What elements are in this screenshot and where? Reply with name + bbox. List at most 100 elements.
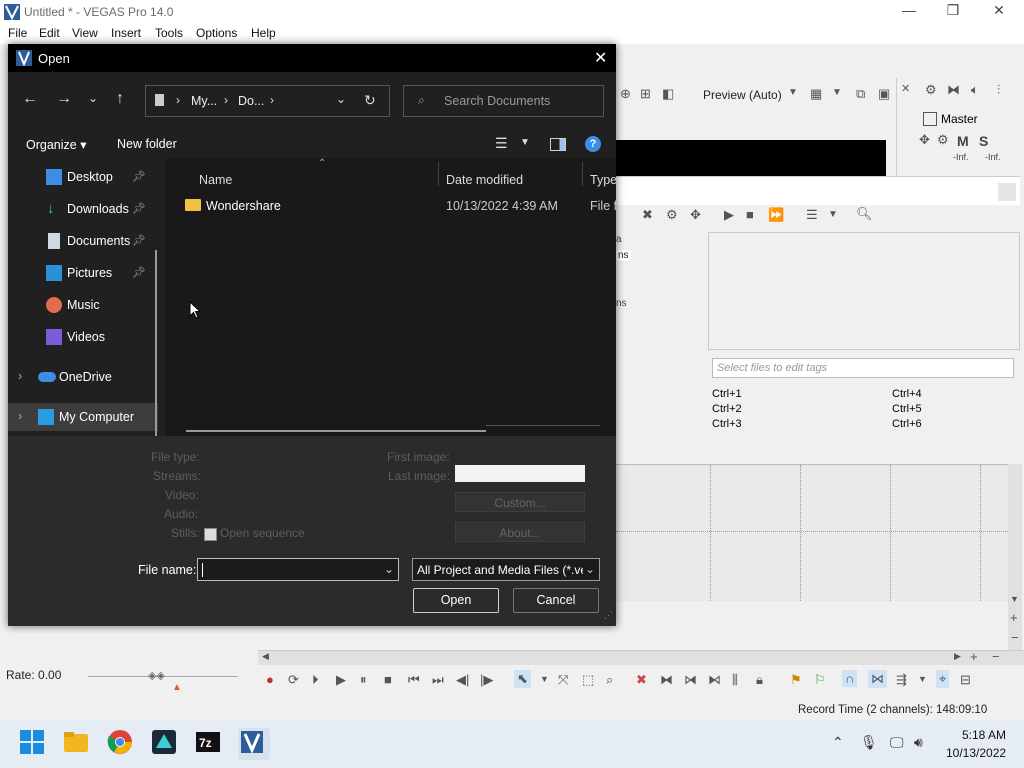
nav-scrollbar[interactable] (155, 250, 157, 440)
file-type-filter-select[interactable]: All Project and Media Files (*.ve ⌄ (412, 558, 600, 581)
search-icon[interactable]: 🔍︎ (856, 206, 873, 222)
menu-edit[interactable]: Edit (39, 26, 60, 40)
snapping-icon[interactable]: ∩ (842, 670, 858, 687)
chevron-down-icon[interactable]: ▼ (520, 137, 530, 148)
last-image-field[interactable] (455, 465, 585, 482)
windows-start-icon[interactable] (18, 728, 50, 760)
minimize-button[interactable]: — (894, 2, 924, 22)
nav-item-onedrive[interactable]: › OneDrive (8, 363, 158, 391)
move-icon[interactable]: ✥ (919, 132, 930, 148)
master-toggle-icon[interactable] (923, 112, 937, 126)
scroll-down-icon[interactable]: ▼ (1010, 594, 1019, 604)
chrome-icon[interactable] (106, 728, 138, 760)
chevron-down-icon[interactable]: ▼ (918, 674, 927, 684)
region-icon[interactable]: ⚐ (814, 672, 826, 688)
stop-icon[interactable]: ■ (384, 672, 392, 687)
auto-crossfade-icon[interactable]: ⋈ (868, 670, 887, 688)
clock-date[interactable]: 10/13/2022 (946, 746, 1006, 760)
nav-item-videos[interactable]: Videos (8, 323, 158, 351)
about-button[interactable]: About... (455, 522, 585, 542)
nav-item-documents[interactable]: Documents 📌︎ (8, 227, 158, 255)
preview-quality-select[interactable]: Preview (Auto) (703, 88, 782, 102)
open-button[interactable]: Open (413, 588, 499, 613)
stop-icon[interactable]: ■ (746, 207, 754, 222)
organize-button[interactable]: Organize ▾ (26, 137, 86, 152)
microphone-icon[interactable]: 🎙︎ (860, 734, 878, 751)
nav-item-music[interactable]: Music (8, 291, 158, 319)
move-icon[interactable]: ✥ (690, 207, 701, 223)
nav-item-my-computer[interactable]: › My Computer (8, 403, 158, 431)
envelope-tool-icon[interactable]: ⤧ (558, 672, 568, 688)
chevron-down-icon[interactable]: ⌄ (585, 562, 595, 576)
selection-tool-icon[interactable]: ⬚ (582, 672, 594, 688)
zoom-in-icon[interactable]: + (1010, 610, 1018, 625)
lock-icon[interactable]: 🔒︎ (756, 672, 763, 688)
view-list-icon[interactable]: ☰ (495, 135, 508, 152)
menu-tools[interactable]: Tools (155, 26, 183, 40)
search-input[interactable]: ⌕ Search Documents (403, 85, 604, 117)
views-icon[interactable]: ☰ (806, 207, 818, 223)
trim-end-icon[interactable]: ⧑ (708, 672, 721, 688)
go-to-start-icon[interactable]: ⏮ (408, 672, 420, 688)
menu-insert[interactable]: Insert (111, 26, 141, 40)
help-icon[interactable]: ? (585, 136, 601, 152)
chevron-down-icon[interactable]: ▼ (540, 674, 549, 684)
resize-grip-icon[interactable]: ⋰ (604, 610, 613, 621)
close-icon[interactable]: ✕ (901, 82, 910, 95)
split-icon[interactable]: ⫼ (732, 672, 738, 688)
chevron-up-icon[interactable]: ⌃ (832, 734, 844, 751)
menu-view[interactable]: View (72, 26, 98, 40)
pause-icon[interactable]: ⏸ (360, 672, 367, 688)
menu-options[interactable]: Options (196, 26, 237, 40)
cancel-button[interactable]: Cancel (513, 588, 599, 613)
lock-envelopes-icon[interactable]: ⌖ (936, 670, 950, 688)
marker-icon[interactable]: ⚑ (790, 672, 802, 688)
zoom-tool-icon[interactable]: ⌕ (606, 672, 613, 688)
timeline-vscroll[interactable]: ▼ + − (1008, 464, 1022, 654)
ignore-grouping-icon[interactable]: ⊟ (960, 672, 971, 688)
mute-button[interactable]: M (957, 133, 969, 149)
ripple-icon[interactable]: ⇶ (896, 672, 907, 688)
chevron-down-icon[interactable]: ⌄ (336, 92, 346, 106)
overlay-icon[interactable]: ◧ (662, 86, 674, 102)
solo-button[interactable]: S (979, 133, 988, 149)
next-frame-icon[interactable]: |▶ (480, 672, 493, 688)
normal-edit-tool-icon[interactable]: ⬉ (514, 670, 531, 688)
zoom-out-icon[interactable]: − (992, 649, 1000, 664)
go-to-end-icon[interactable]: ⏭ (432, 672, 444, 688)
menu-file[interactable]: File (8, 26, 27, 40)
back-arrow-icon[interactable]: ← (22, 90, 38, 108)
volume-icon[interactable]: 🔊︎ (914, 734, 923, 751)
clock-time[interactable]: 5:18 AM (962, 728, 1006, 742)
breadcrumb-item[interactable]: Do... (238, 94, 264, 108)
file-name-input[interactable]: ⌄ (197, 558, 399, 581)
scrollbar-thumb[interactable] (998, 183, 1016, 201)
loop-icon[interactable]: ⟳ (288, 672, 299, 688)
chevron-down-icon[interactable]: ⌄ (384, 562, 394, 576)
preview-pane-icon[interactable] (550, 138, 566, 151)
trim-icon[interactable]: ⧓ (947, 82, 960, 98)
wondershare-icon[interactable] (150, 728, 182, 760)
rate-slider-thumb-icon[interactable]: ◈◈ (148, 669, 165, 682)
split-screen-icon[interactable]: ⊞ (640, 86, 651, 102)
maximize-button[interactable]: ❐ (938, 2, 968, 22)
zoom-in-icon[interactable]: + (970, 649, 978, 664)
refresh-icon[interactable]: ↻ (364, 92, 376, 109)
fx-icon[interactable]: ⚙ (937, 132, 949, 148)
nav-item-downloads[interactable]: ↓ Downloads 📌︎ (8, 195, 158, 223)
copy-snapshot-icon[interactable]: ⧉ (856, 86, 865, 102)
save-snapshot-icon[interactable]: ▣ (878, 86, 890, 102)
scroll-left-icon[interactable]: ◀ (262, 651, 269, 662)
vegas-icon[interactable] (238, 728, 270, 760)
forward-arrow-icon[interactable]: → (56, 90, 72, 108)
chevron-down-icon[interactable]: ⌄ (88, 91, 98, 105)
chevron-down-icon[interactable]: ▼ (788, 87, 798, 98)
chevron-down-icon[interactable]: ▼ (832, 87, 842, 98)
play-from-start-icon[interactable]: ⏵ (312, 672, 319, 688)
delete-icon[interactable]: ✖ (636, 672, 647, 688)
mixer-icon[interactable]: ⫶ (997, 82, 1000, 98)
address-bar[interactable]: › My... › Do... › ⌄ ↻ (145, 85, 390, 117)
expand-icon[interactable]: › (18, 369, 22, 383)
column-type[interactable]: Type (590, 173, 617, 187)
up-arrow-icon[interactable]: ↑ (116, 90, 124, 108)
